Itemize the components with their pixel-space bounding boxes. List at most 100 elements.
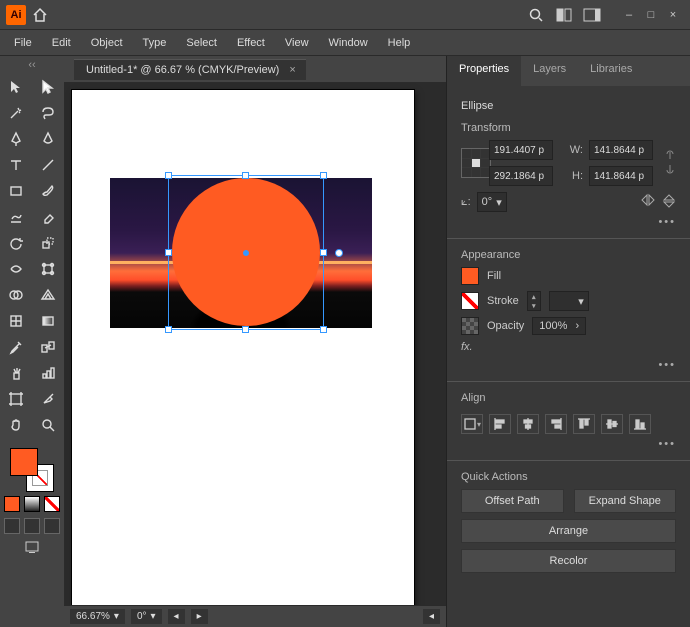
resize-handle[interactable] — [320, 249, 327, 256]
flip-horizontal-icon[interactable] — [640, 193, 656, 212]
document-tab[interactable]: Untitled-1* @ 66.67 % (CMYK/Preview) × — [74, 59, 306, 80]
draw-mode-normal[interactable] — [4, 518, 20, 534]
magic-wand-tool[interactable] — [3, 102, 29, 124]
shape-builder-tool[interactable] — [3, 284, 29, 306]
direct-selection-tool[interactable] — [35, 76, 61, 98]
eraser-tool[interactable] — [35, 206, 61, 228]
canvas[interactable] — [64, 82, 446, 605]
transform-more-icon[interactable]: ••• — [461, 216, 676, 228]
draw-mode-behind[interactable] — [24, 518, 40, 534]
offset-path-button[interactable]: Offset Path — [461, 489, 564, 513]
resize-handle[interactable] — [165, 172, 172, 179]
artboard-prev-icon[interactable]: ◂ — [168, 609, 185, 624]
column-graph-tool[interactable] — [35, 362, 61, 384]
artboard-tool[interactable] — [3, 388, 29, 410]
width-tool[interactable] — [3, 258, 29, 280]
draw-mode-inside[interactable] — [44, 518, 60, 534]
fx-button[interactable]: fx. — [461, 341, 676, 353]
menu-help[interactable]: Help — [378, 34, 421, 52]
resize-handle[interactable] — [320, 326, 327, 333]
align-right-icon[interactable] — [545, 414, 567, 434]
y-field[interactable] — [489, 166, 553, 186]
line-tool[interactable] — [35, 154, 61, 176]
lasso-tool[interactable] — [35, 102, 61, 124]
color-mode-solid[interactable] — [4, 496, 20, 512]
align-bottom-icon[interactable] — [629, 414, 651, 434]
reference-point-selector[interactable] — [461, 148, 491, 178]
type-tool[interactable] — [3, 154, 29, 176]
rotate-tool[interactable] — [3, 232, 29, 254]
home-icon[interactable] — [28, 3, 52, 27]
align-vcenter-icon[interactable] — [601, 414, 623, 434]
resize-handle[interactable] — [165, 249, 172, 256]
menu-object[interactable]: Object — [81, 34, 133, 52]
selection-bounding-box[interactable] — [168, 175, 324, 330]
shaper-tool[interactable] — [3, 206, 29, 228]
stroke-weight-field[interactable]: ▾ — [549, 291, 589, 311]
menu-file[interactable]: File — [4, 34, 42, 52]
close-button[interactable]: × — [662, 6, 684, 24]
hand-tool[interactable] — [3, 414, 29, 436]
zoom-level-field[interactable]: 66.67%▾ — [70, 609, 125, 624]
color-mode-none[interactable] — [44, 496, 60, 512]
menu-effect[interactable]: Effect — [227, 34, 275, 52]
menu-window[interactable]: Window — [319, 34, 378, 52]
align-to-selector[interactable]: ▾ — [461, 414, 483, 434]
minimize-button[interactable]: – — [618, 6, 640, 24]
document-tab-close-icon[interactable]: × — [289, 64, 295, 76]
pen-tool[interactable] — [3, 128, 29, 150]
mesh-tool[interactable] — [3, 310, 29, 332]
live-shape-widget[interactable] — [335, 249, 343, 257]
search-icon[interactable] — [524, 3, 548, 27]
curvature-tool[interactable] — [35, 128, 61, 150]
appearance-more-icon[interactable]: ••• — [461, 359, 676, 371]
fill-color-swatch[interactable] — [461, 267, 479, 285]
gradient-tool[interactable] — [35, 310, 61, 332]
arrange-documents-icon[interactable] — [552, 3, 576, 27]
w-field[interactable] — [589, 140, 653, 160]
artboard-next-icon[interactable]: ▸ — [191, 609, 208, 624]
align-hcenter-icon[interactable] — [517, 414, 539, 434]
free-transform-tool[interactable] — [35, 258, 61, 280]
fill-stroke-selector[interactable] — [10, 448, 54, 492]
resize-handle[interactable] — [165, 326, 172, 333]
align-more-icon[interactable]: ••• — [461, 438, 676, 450]
menu-view[interactable]: View — [275, 34, 319, 52]
tab-libraries[interactable]: Libraries — [578, 56, 644, 86]
slice-tool[interactable] — [35, 388, 61, 410]
rectangle-tool[interactable] — [3, 180, 29, 202]
tab-properties[interactable]: Properties — [447, 56, 521, 86]
angle-field[interactable]: 0°▾ — [477, 192, 507, 212]
workspace-icon[interactable] — [580, 3, 604, 27]
selection-tool[interactable] — [3, 76, 29, 98]
h-field[interactable] — [589, 166, 653, 186]
opacity-field[interactable]: 100%› — [532, 317, 586, 335]
stroke-weight-stepper[interactable]: ▴▾ — [527, 291, 541, 311]
menu-edit[interactable]: Edit — [42, 34, 81, 52]
align-top-icon[interactable] — [573, 414, 595, 434]
link-wh-icon[interactable] — [661, 148, 679, 179]
perspective-tool[interactable] — [35, 284, 61, 306]
resize-handle[interactable] — [320, 172, 327, 179]
maximize-button[interactable]: □ — [640, 6, 662, 24]
tools-collapse-icon[interactable]: ‹‹ — [2, 60, 62, 70]
screen-mode-icon[interactable] — [2, 542, 62, 552]
eyedropper-tool[interactable] — [3, 336, 29, 358]
blend-tool[interactable] — [35, 336, 61, 358]
arrange-button[interactable]: Arrange — [461, 519, 676, 543]
resize-handle[interactable] — [242, 326, 249, 333]
color-mode-gradient[interactable] — [24, 496, 40, 512]
scroll-left-icon[interactable]: ◂ — [423, 609, 440, 624]
menu-type[interactable]: Type — [133, 34, 177, 52]
tab-layers[interactable]: Layers — [521, 56, 578, 86]
menu-select[interactable]: Select — [176, 34, 227, 52]
resize-handle[interactable] — [242, 172, 249, 179]
stroke-color-swatch[interactable] — [461, 292, 479, 310]
fill-swatch[interactable] — [10, 448, 38, 476]
rotate-view-field[interactable]: 0°▾ — [131, 609, 162, 624]
x-field[interactable] — [489, 140, 553, 160]
paintbrush-tool[interactable] — [35, 180, 61, 202]
zoom-tool[interactable] — [35, 414, 61, 436]
scale-tool[interactable] — [35, 232, 61, 254]
align-left-icon[interactable] — [489, 414, 511, 434]
